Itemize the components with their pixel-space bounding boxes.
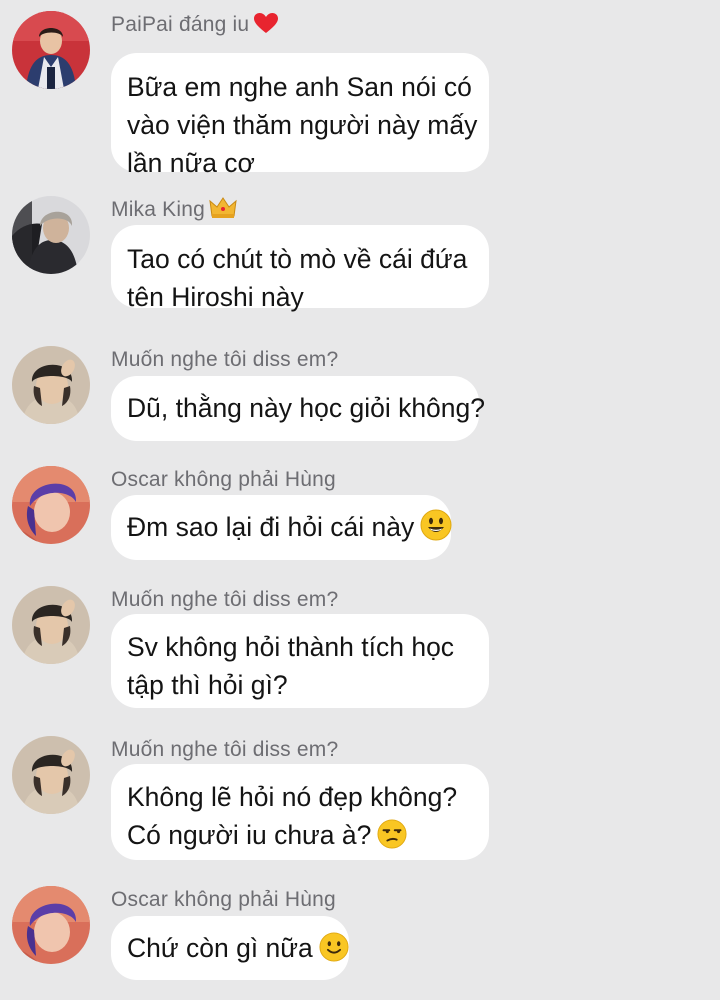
avatar-purple-hair-image: [12, 886, 90, 964]
message-line: vào viện thăm người này mấy: [127, 110, 478, 140]
message-bubble[interactable]: Dũ, thằng này học giỏi không?: [111, 376, 486, 441]
message-bubble[interactable]: Bữa em nghe anh San nói có vào viện thăm…: [111, 53, 489, 178]
sender-name: Muốn nghe tôi diss em?: [111, 586, 338, 614]
avatar-beanie-image: [12, 586, 90, 664]
avatar-beanie-image: [12, 736, 90, 814]
message-line: Không lẽ hỏi nó đẹp không?: [127, 782, 458, 812]
unamused-face-icon: [377, 819, 407, 849]
message-line: Dũ, thằng này học giỏi không?: [127, 393, 486, 423]
message-bubble[interactable]: Tao có chút tò mò về cái đứa tên Hiroshi…: [111, 225, 489, 312]
avatar-beanie-image: [12, 346, 90, 424]
message-text: Đm sao lại đi hỏi cái này: [127, 512, 415, 542]
avatar[interactable]: [12, 346, 90, 424]
message-line: Có người iu chưa à?: [127, 816, 473, 854]
avatar-red-jacket-image: [12, 11, 90, 89]
message-line: tập thì hỏi gì?: [127, 670, 288, 700]
message-line: lần nữa cơ: [127, 148, 255, 178]
sender-name-text: Muốn nghe tôi diss em?: [111, 348, 339, 371]
sender-name: PaiPai đáng iu: [111, 11, 279, 42]
avatar[interactable]: [12, 886, 90, 964]
crown-icon: [209, 197, 237, 227]
sender-name: Mika King: [111, 196, 237, 227]
avatar[interactable]: [12, 586, 90, 664]
message-line: Bữa em nghe anh San nói có: [127, 72, 472, 102]
avatar[interactable]: [12, 196, 90, 274]
sender-name: Oscar không phải Hùng: [111, 466, 336, 494]
avatar[interactable]: [12, 466, 90, 544]
heart-icon: [253, 12, 279, 42]
avatar[interactable]: [12, 11, 90, 89]
sender-name-text: Oscar không phải Hùng: [111, 468, 336, 491]
message-bubble[interactable]: Không lẽ hỏi nó đẹp không? Có người iu c…: [111, 764, 489, 860]
sender-name-text: Mika King: [111, 198, 206, 221]
sender-name: Muốn nghe tôi diss em?: [111, 346, 338, 374]
sender-name-text: PaiPai đáng iu: [111, 13, 250, 36]
sender-name: Muốn nghe tôi diss em?: [111, 736, 338, 764]
avatar-purple-hair-image: [12, 466, 90, 544]
message-bubble[interactable]: Đm sao lại đi hỏi cái này: [111, 495, 452, 560]
message-line: Chứ còn gì nữa: [127, 929, 349, 967]
message-bubble[interactable]: Sv không hỏi thành tích học tập thì hỏi …: [111, 614, 489, 708]
sender-name: Oscar không phải Hùng: [111, 886, 336, 914]
sender-name-text: Oscar không phải Hùng: [111, 888, 336, 911]
message-line: Tao có chút tò mò về cái đứa: [127, 244, 468, 274]
message-bubble[interactable]: Chứ còn gì nữa: [111, 916, 349, 980]
slightly-smiling-face-icon: [319, 932, 349, 962]
message-line: Đm sao lại đi hỏi cái này: [127, 508, 452, 546]
message-text: Chứ còn gì nữa: [127, 933, 313, 963]
avatar-dark-hood-image: [12, 196, 90, 274]
sender-name-text: Muốn nghe tôi diss em?: [111, 738, 339, 761]
sender-name-text: Muốn nghe tôi diss em?: [111, 588, 339, 611]
message-text: Có người iu chưa à?: [127, 820, 372, 850]
avatar[interactable]: [12, 736, 90, 814]
message-line: tên Hiroshi này: [127, 282, 304, 312]
message-line: Sv không hỏi thành tích học: [127, 632, 455, 662]
grinning-face-icon: [420, 509, 452, 541]
